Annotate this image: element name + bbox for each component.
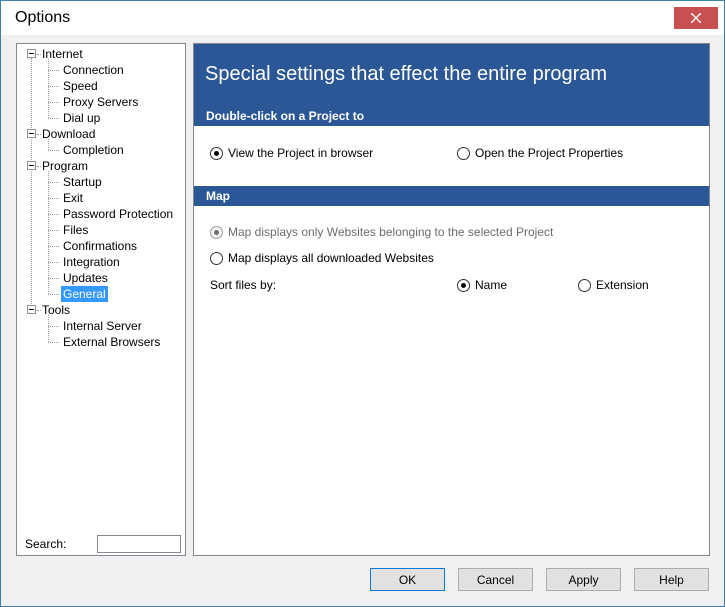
tree-node-updates[interactable]: Updates	[61, 270, 110, 286]
radio-sort-extension-label: Extension	[596, 278, 649, 292]
collapse-icon[interactable]	[27, 305, 36, 314]
tree-node-proxy-servers[interactable]: Proxy Servers	[61, 94, 140, 110]
tree-node-password-protection[interactable]: Password Protection	[61, 206, 175, 222]
radio-open-properties[interactable]: Open the Project Properties	[457, 145, 623, 161]
tree-connector	[48, 198, 59, 199]
radio-sort-name-indicator	[457, 278, 470, 292]
radio-sort-name-label: Name	[475, 278, 508, 292]
tree-connector	[48, 246, 59, 247]
tree-connector	[48, 230, 59, 231]
tree-node-startup[interactable]: Startup	[61, 174, 104, 190]
map-section-header: Map	[194, 186, 709, 207]
tree-node-integration[interactable]: Integration	[61, 254, 122, 270]
tree-connector	[48, 139, 49, 150]
close-icon	[691, 13, 701, 23]
tree-connector	[48, 150, 59, 151]
radio-map-all-websites-indicator	[210, 251, 223, 265]
sort-files-label: Sort files by:	[210, 278, 277, 292]
options-window: Options Internet Connection Speed Proxy Ser…	[0, 0, 725, 607]
tree-node-connection[interactable]: Connection	[61, 62, 126, 78]
title-bar: Options	[1, 1, 724, 35]
tree-connector	[48, 326, 59, 327]
radio-view-in-browser-label: View the Project in browser	[228, 146, 374, 160]
radio-view-in-browser[interactable]: View the Project in browser	[210, 145, 373, 161]
tree-node-confirmations[interactable]: Confirmations	[61, 238, 139, 254]
radio-sort-extension[interactable]: Extension	[578, 277, 649, 293]
tree-node-general[interactable]: General	[61, 286, 108, 302]
tree-node-dial-up[interactable]: Dial up	[61, 110, 102, 126]
tree-connector	[48, 70, 59, 71]
radio-view-in-browser-indicator	[210, 146, 223, 160]
tree-connector	[48, 102, 59, 103]
radio-map-selected-project-indicator	[210, 225, 223, 239]
apply-button[interactable]: Apply	[546, 568, 621, 591]
search-input[interactable]	[97, 535, 181, 553]
radio-map-selected-project[interactable]: Map displays only Websites belonging to …	[210, 224, 553, 240]
tree-connector	[48, 278, 59, 279]
category-tree-panel: Internet Connection Speed Proxy Servers Dial…	[16, 43, 186, 556]
tree-node-internal-server[interactable]: Internal Server	[61, 318, 144, 334]
tree-node-tools[interactable]: Tools	[40, 302, 72, 318]
tree-connector	[48, 342, 59, 343]
tree-connector	[48, 294, 59, 295]
close-button[interactable]	[674, 7, 718, 29]
radio-open-properties-label: Open the Project Properties	[475, 146, 624, 160]
radio-map-all-websites-label: Map displays all downloaded Websites	[228, 251, 434, 265]
tree-connector	[48, 86, 59, 87]
tree-node-completion[interactable]: Completion	[61, 142, 126, 158]
tree-node-files[interactable]: Files	[61, 222, 90, 238]
tree-connector	[48, 315, 49, 342]
ok-button[interactable]: OK	[370, 568, 445, 591]
tree-connector	[31, 58, 32, 306]
help-button[interactable]: Help	[634, 568, 709, 591]
window-title: Options	[15, 9, 71, 26]
page-title: Special settings that effect the entire …	[205, 63, 608, 85]
tree-connector	[48, 262, 59, 263]
tree-node-speed[interactable]: Speed	[61, 78, 100, 94]
tree-connector	[48, 59, 49, 118]
search-label: Search:	[25, 537, 67, 551]
radio-sort-name[interactable]: Name	[457, 277, 507, 293]
radio-map-selected-project-label: Map displays only Websites belonging to …	[228, 225, 554, 239]
tree-connector	[48, 182, 59, 183]
tree-node-exit[interactable]: Exit	[61, 190, 85, 206]
double-click-section-header: Double-click on a Project to	[194, 106, 709, 127]
tree-node-internet[interactable]: Internet	[40, 46, 85, 62]
collapse-icon[interactable]	[27, 161, 36, 170]
tree-connector	[48, 171, 49, 294]
collapse-icon[interactable]	[27, 129, 36, 138]
tree-connector	[48, 214, 59, 215]
settings-content-panel: Special settings that effect the entire …	[193, 43, 710, 556]
radio-map-all-websites[interactable]: Map displays all downloaded Websites	[210, 250, 434, 266]
tree-node-external-browsers[interactable]: External Browsers	[61, 334, 162, 350]
collapse-icon[interactable]	[27, 49, 36, 58]
category-tree: Internet Connection Speed Proxy Servers Dial…	[17, 44, 185, 524]
radio-sort-extension-indicator	[578, 278, 591, 292]
radio-open-properties-indicator	[457, 146, 470, 160]
cancel-button[interactable]: Cancel	[458, 568, 533, 591]
tree-connector	[48, 118, 59, 119]
